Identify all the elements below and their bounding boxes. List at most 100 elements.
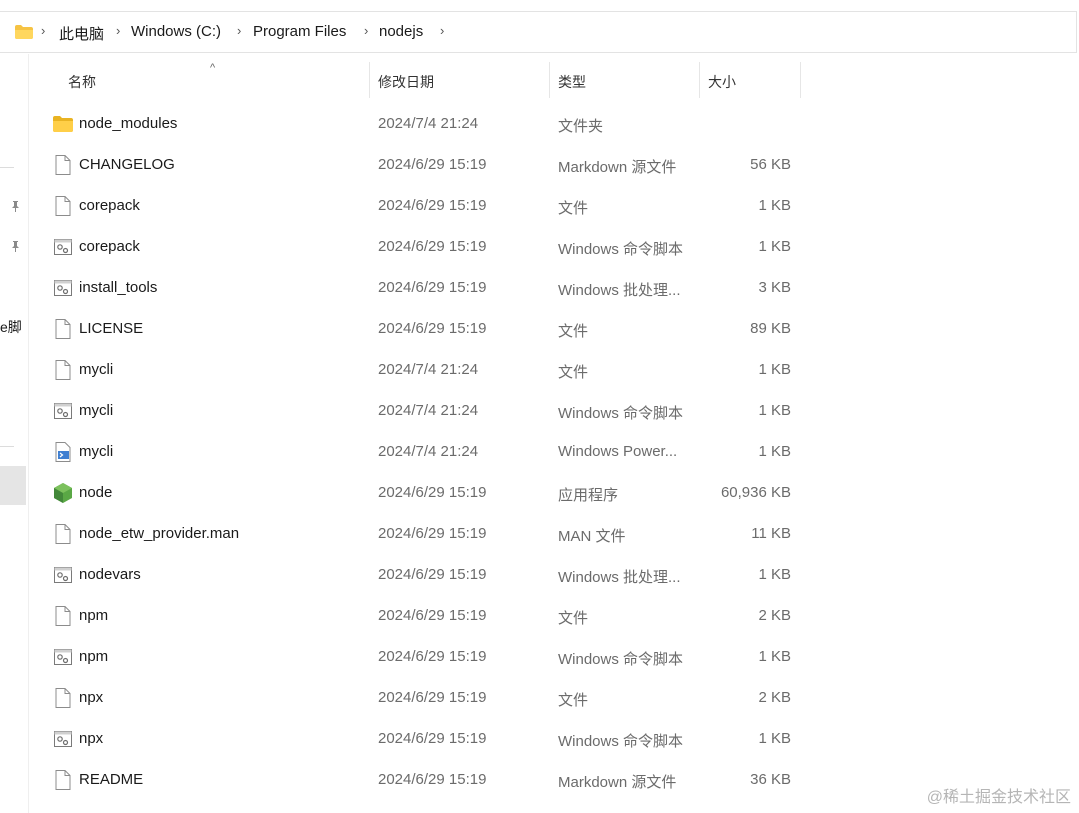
file-name: node xyxy=(79,484,113,501)
file-icon xyxy=(52,154,74,176)
pane-splitter[interactable] xyxy=(28,54,29,813)
file-type: Windows 命令脚本 xyxy=(558,405,684,422)
file-type: 文件 xyxy=(558,610,589,627)
file-icon xyxy=(52,523,74,545)
file-row[interactable]: node 2024/6/29 15:19 应用程序 60,936 KB xyxy=(30,473,800,514)
file-icon xyxy=(52,769,74,791)
file-row[interactable]: CHANGELOG 2024/6/29 15:19 Markdown 源文件 56 K… xyxy=(30,145,800,186)
file-date-modified: 2024/7/4 21:24 xyxy=(378,402,479,419)
file-row[interactable]: mycli 2024/7/4 21:24 文件 1 KB xyxy=(30,350,800,391)
file-row[interactable]: node_etw_provider.man 2024/6/29 15:19 MAN … xyxy=(30,514,800,555)
file-row[interactable]: LICENSE 2024/6/29 15:19 文件 89 KB xyxy=(30,309,800,350)
file-type: Windows 命令脚本 xyxy=(558,241,684,258)
file-size: 1 KB xyxy=(758,361,791,378)
chevron-right-icon[interactable]: › xyxy=(237,23,241,38)
column-header-type[interactable]: 类型 xyxy=(558,72,586,92)
chevron-right-icon[interactable]: › xyxy=(440,23,444,38)
file-date-modified: 2024/6/29 15:19 xyxy=(378,197,487,214)
file-row[interactable]: mycli 2024/7/4 21:24 Windows Power... 1 KB xyxy=(30,432,800,473)
file-row[interactable]: README 2024/6/29 15:19 Markdown 源文件 36 KB xyxy=(30,760,800,801)
breadcrumb-program-files[interactable]: Program Files xyxy=(253,23,346,40)
file-size: 11 KB xyxy=(751,525,791,542)
file-date-modified: 2024/6/29 15:19 xyxy=(378,279,487,296)
file-size: 1 KB xyxy=(758,730,791,747)
file-row[interactable]: mycli 2024/7/4 21:24 Windows 命令脚本 1 KB xyxy=(30,391,800,432)
file-size: 36 KB xyxy=(750,771,791,788)
file-size: 2 KB xyxy=(758,689,791,706)
file-name: mycli xyxy=(79,402,114,419)
file-size: 1 KB xyxy=(758,648,791,665)
file-date-modified: 2024/7/4 21:24 xyxy=(378,115,479,132)
file-name: README xyxy=(79,771,144,788)
powershell-icon xyxy=(52,441,74,463)
file-row[interactable]: nodevars 2024/6/29 15:19 Windows 批处理... 1 K… xyxy=(30,555,800,596)
file-row[interactable]: corepack 2024/6/29 15:19 Windows 命令脚本 1 KB xyxy=(30,227,800,268)
file-name: corepack xyxy=(79,238,140,255)
folder-icon xyxy=(52,113,74,135)
file-type: 文件 xyxy=(558,692,589,709)
breadcrumb-this-pc[interactable]: 此电脑 xyxy=(59,23,104,44)
nav-item-label[interactable]: e脚 xyxy=(0,317,22,337)
file-name: npx xyxy=(79,730,104,747)
file-name: CHANGELOG xyxy=(79,156,175,173)
address-bar[interactable]: › 此电脑 › Windows (C:) › Program Files › n… xyxy=(0,11,1077,53)
file-date-modified: 2024/6/29 15:19 xyxy=(378,730,487,747)
file-type: MAN 文件 xyxy=(558,528,626,545)
file-type: 文件 xyxy=(558,364,589,381)
column-header-name[interactable]: 名称 xyxy=(68,72,96,92)
nav-divider xyxy=(0,446,14,447)
column-header-date[interactable]: 修改日期 xyxy=(378,72,434,92)
file-name: node_modules xyxy=(79,115,178,132)
file-row[interactable]: npx 2024/6/29 15:19 Windows 命令脚本 1 KB xyxy=(30,719,800,760)
file-date-modified: 2024/6/29 15:19 xyxy=(378,648,487,665)
file-date-modified: 2024/7/4 21:24 xyxy=(378,443,479,460)
file-type: 文件 xyxy=(558,323,589,340)
sort-ascending-icon: ^ xyxy=(210,62,216,74)
pin-icon[interactable] xyxy=(9,200,22,213)
file-name: npx xyxy=(79,689,104,706)
file-size: 89 KB xyxy=(750,320,791,337)
file-row[interactable]: corepack 2024/6/29 15:19 文件 1 KB xyxy=(30,186,800,227)
file-size: 2 KB xyxy=(758,607,791,624)
file-date-modified: 2024/6/29 15:19 xyxy=(378,689,487,706)
column-header-size[interactable]: 大小 xyxy=(708,72,736,92)
file-size: 56 KB xyxy=(750,156,791,173)
file-row[interactable]: npx 2024/6/29 15:19 文件 2 KB xyxy=(30,678,800,719)
file-row[interactable]: npm 2024/6/29 15:19 Windows 命令脚本 1 KB xyxy=(30,637,800,678)
file-type: Windows 批处理... xyxy=(558,569,681,586)
script-icon xyxy=(52,646,74,668)
file-name: corepack xyxy=(79,197,140,214)
column-divider[interactable] xyxy=(699,62,700,98)
chevron-right-icon[interactable]: › xyxy=(41,23,45,38)
file-row[interactable]: install_tools 2024/6/29 15:19 Windows 批处理.… xyxy=(30,268,800,309)
nav-item-selected[interactable] xyxy=(0,466,26,505)
file-date-modified: 2024/6/29 15:19 xyxy=(378,771,487,788)
chevron-right-icon[interactable]: › xyxy=(116,23,120,38)
file-name: npm xyxy=(79,648,109,665)
file-size: 1 KB xyxy=(758,566,791,583)
pin-icon[interactable] xyxy=(9,240,22,253)
navigation-pane[interactable]: e脚 xyxy=(0,54,27,813)
breadcrumb-nodejs[interactable]: nodejs xyxy=(379,23,423,40)
file-date-modified: 2024/6/29 15:19 xyxy=(378,525,487,542)
breadcrumb-drive-c[interactable]: Windows (C:) xyxy=(131,23,221,40)
folder-icon xyxy=(15,25,33,39)
chevron-right-icon[interactable]: › xyxy=(364,23,368,38)
script-icon xyxy=(52,236,74,258)
file-type: Windows Power... xyxy=(558,443,678,460)
file-name: mycli xyxy=(79,443,114,460)
file-date-modified: 2024/7/4 21:24 xyxy=(378,361,479,378)
column-divider[interactable] xyxy=(369,62,370,98)
file-name: install_tools xyxy=(79,279,158,296)
file-row[interactable]: npm 2024/6/29 15:19 文件 2 KB xyxy=(30,596,800,637)
column-divider[interactable] xyxy=(800,62,801,98)
file-icon xyxy=(52,687,74,709)
file-size: 1 KB xyxy=(758,238,791,255)
file-size: 60,936 KB xyxy=(720,484,791,501)
file-type: Windows 批处理... xyxy=(558,282,681,299)
file-row[interactable]: node_modules 2024/7/4 21:24 文件夹 xyxy=(30,104,800,145)
file-type: 文件夹 xyxy=(558,118,604,135)
file-date-modified: 2024/6/29 15:19 xyxy=(378,320,487,337)
file-name: mycli xyxy=(79,361,114,378)
column-divider[interactable] xyxy=(549,62,550,98)
